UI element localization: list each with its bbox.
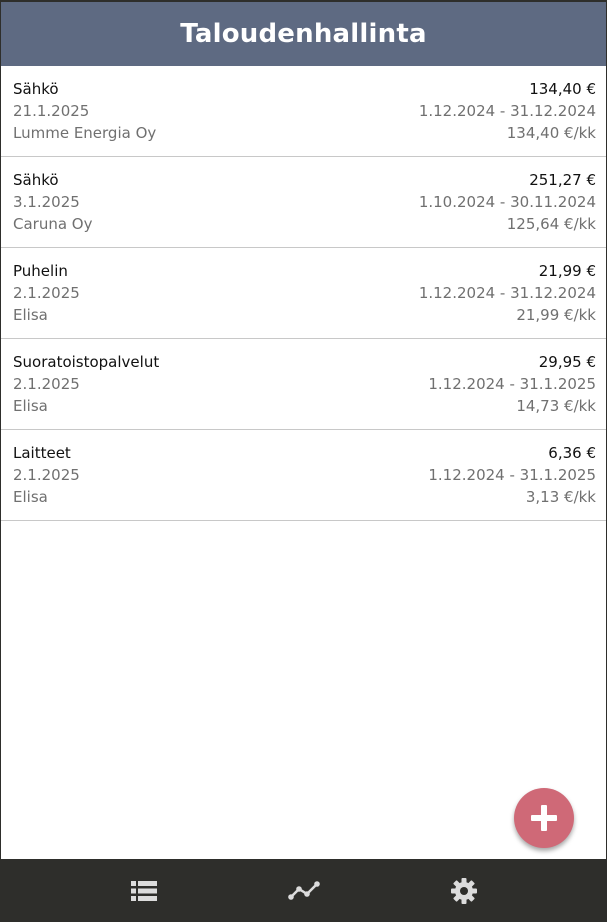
gear-icon [450, 877, 477, 904]
bill-amount: 251,27 € [529, 171, 596, 189]
list-item[interactable]: Suoratoistopalvelut 29,95 € 2.1.2025 1.12.… [1, 339, 606, 430]
bill-company: Elisa [13, 306, 48, 324]
bill-date: 2.1.2025 [13, 466, 80, 484]
bill-date: 2.1.2025 [13, 284, 80, 302]
page-title: Taloudenhallinta [180, 19, 427, 49]
bill-monthly: 14,73 €/kk [516, 397, 596, 415]
nav-bills-list[interactable] [64, 859, 224, 922]
bill-amount: 6,36 € [548, 444, 596, 462]
list-item[interactable]: Sähkö 134,40 € 21.1.2025 1.12.2024 - 31.12… [1, 66, 606, 157]
bill-company: Lumme Energia Oy [13, 124, 157, 142]
bill-amount: 21,99 € [538, 262, 596, 280]
list-item[interactable]: Sähkö 251,27 € 3.1.2025 1.10.2024 - 30.11.… [1, 157, 606, 248]
bill-period: 1.12.2024 - 31.12.2024 [418, 102, 596, 120]
bill-category: Sähkö [13, 80, 59, 98]
add-bill-button[interactable] [514, 788, 574, 848]
bill-monthly: 125,64 €/kk [506, 215, 596, 233]
chart-line-icon [287, 880, 320, 900]
bill-date: 3.1.2025 [13, 193, 80, 211]
app-window: Taloudenhallinta Sähkö 134,40 € 21.1.2025… [0, 0, 607, 922]
list-item[interactable]: Puhelin 21,99 € 2.1.2025 1.12.2024 - 31.12… [1, 248, 606, 339]
bill-monthly: 134,40 €/kk [506, 124, 596, 142]
plus-icon [531, 805, 557, 831]
nav-statistics[interactable] [224, 859, 384, 922]
bill-monthly: 21,99 €/kk [516, 306, 596, 324]
list-item[interactable]: Laitteet 6,36 € 2.1.2025 1.12.2024 - 31.1.… [1, 430, 606, 521]
bill-list: Sähkö 134,40 € 21.1.2025 1.12.2024 - 31.12… [1, 66, 606, 521]
bill-category: Sähkö [13, 171, 59, 189]
bill-period: 1.10.2024 - 30.11.2024 [418, 193, 596, 211]
bill-company: Elisa [13, 397, 48, 415]
bill-date: 2.1.2025 [13, 375, 80, 393]
bill-category: Suoratoistopalvelut [13, 353, 160, 371]
bill-category: Puhelin [13, 262, 68, 280]
bill-amount: 134,40 € [529, 80, 596, 98]
app-header: Taloudenhallinta [1, 0, 606, 66]
nav-settings[interactable] [384, 859, 544, 922]
bill-date: 21.1.2025 [13, 102, 90, 120]
bill-period: 1.12.2024 - 31.1.2025 [428, 466, 596, 484]
bill-category: Laitteet [13, 444, 71, 462]
bill-company: Caruna Oy [13, 215, 93, 233]
bill-period: 1.12.2024 - 31.12.2024 [418, 284, 596, 302]
bill-period: 1.12.2024 - 31.1.2025 [428, 375, 596, 393]
bill-monthly: 3,13 €/kk [525, 488, 596, 506]
bill-company: Elisa [13, 488, 48, 506]
bottom-navigation [1, 859, 606, 922]
list-icon [130, 880, 157, 901]
bill-amount: 29,95 € [538, 353, 596, 371]
